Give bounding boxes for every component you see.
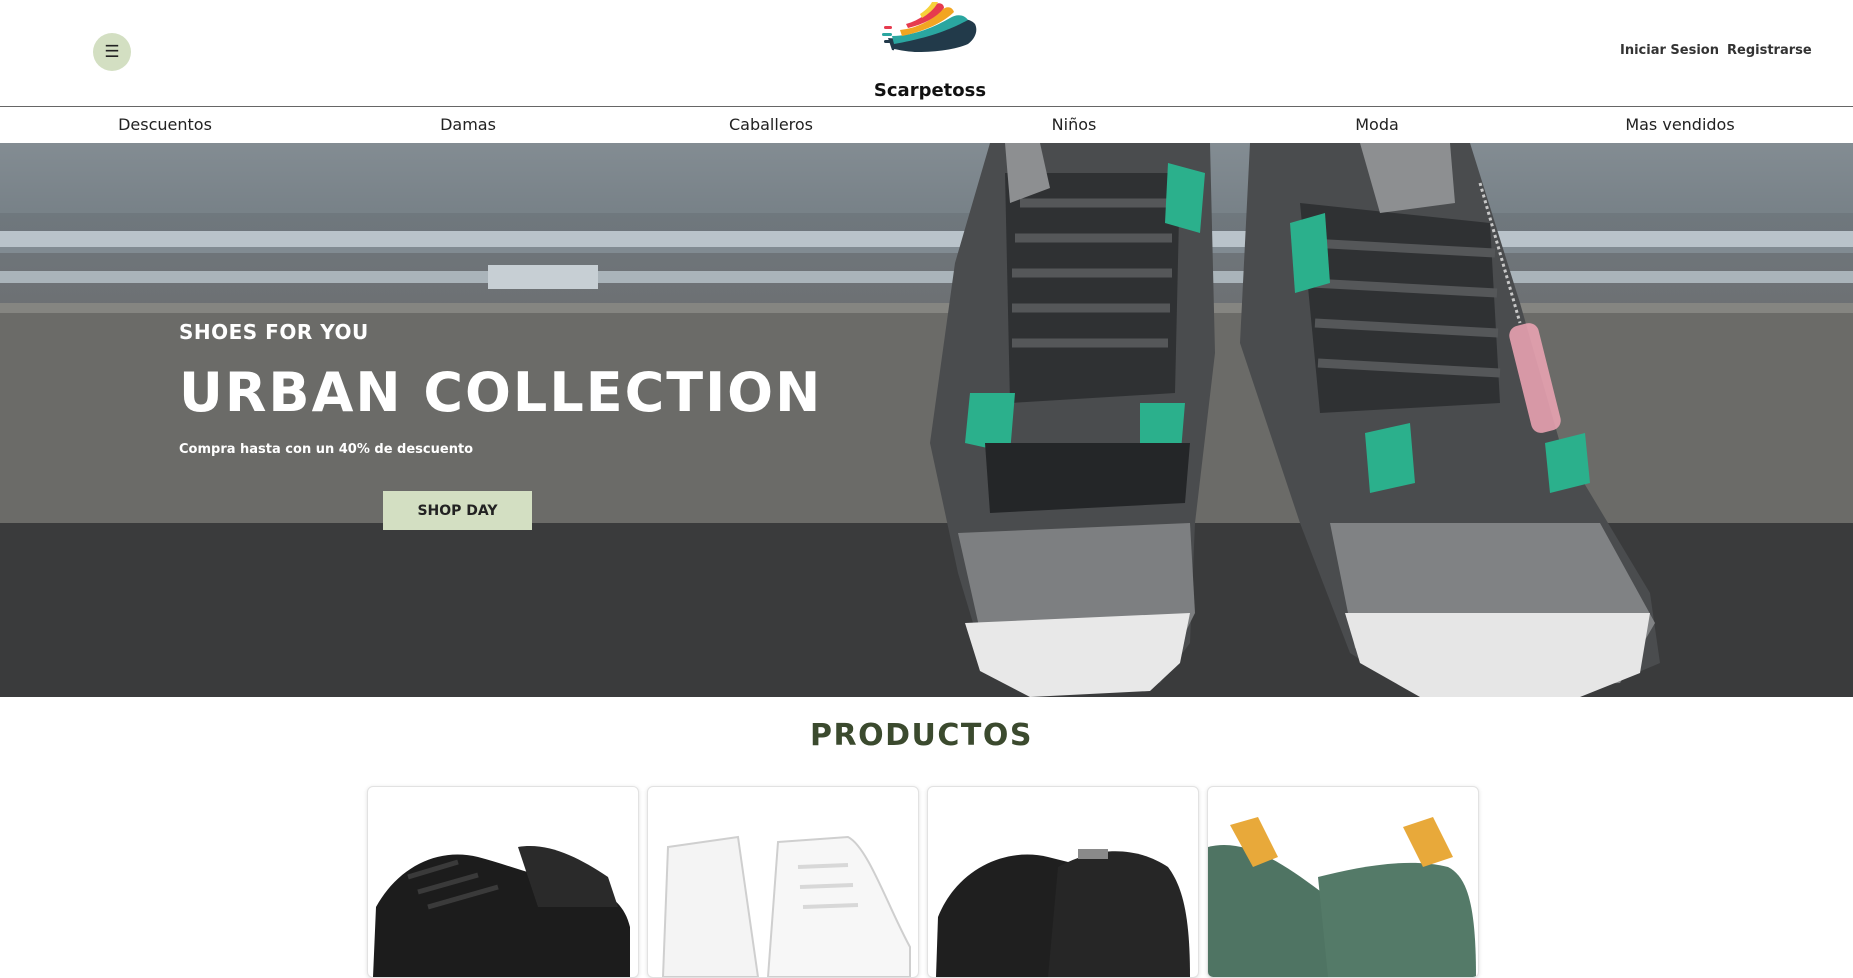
black-running-shoe-icon [373,846,630,977]
hero-kicker: SHOES FOR YOU [179,320,369,344]
nav-item-mas-vendidos[interactable]: Mas vendidos [1625,115,1734,134]
hero-title: URBAN COLLECTION [179,361,823,424]
nav-item-ninos[interactable]: Niños [1052,115,1097,134]
sneaker-logo-icon[interactable] [880,0,980,64]
category-nav: Descuentos Damas Caballeros Niños Moda M… [0,107,1853,143]
products-title: PRODUCTOS [810,718,1033,753]
nav-item-damas[interactable]: Damas [440,115,496,134]
product-card-2[interactable] [647,786,919,978]
green-yellow-sneaker-icon [1208,817,1476,977]
nav-item-caballeros[interactable]: Caballeros [729,115,813,134]
product-card-1[interactable] [367,786,639,978]
login-link[interactable]: Iniciar Sesion [1620,43,1719,58]
nav-item-descuentos[interactable]: Descuentos [118,115,212,134]
register-link[interactable]: Registrarse [1727,43,1812,58]
nav-item-moda[interactable]: Moda [1355,115,1399,134]
black-knit-sneaker-icon [936,849,1190,977]
hamburger-menu-icon: ☰ [104,42,120,61]
white-high-top-sneaker-icon [661,835,911,977]
hero-banner: SHOES FOR YOU URBAN COLLECTION Compra ha… [0,143,1853,697]
product-card-4[interactable] [1207,786,1479,978]
product-card-3[interactable] [927,786,1199,978]
site-header: ☰ Scarpetoss Iniciar Sesion Registrarse [0,0,1853,106]
brand-name: Scarpetoss [873,80,987,101]
hero-subtitle: Compra hasta con un 40% de descuento [179,442,474,457]
menu-button[interactable]: ☰ [93,33,131,71]
shop-day-button[interactable]: SHOP DAY [383,491,532,530]
